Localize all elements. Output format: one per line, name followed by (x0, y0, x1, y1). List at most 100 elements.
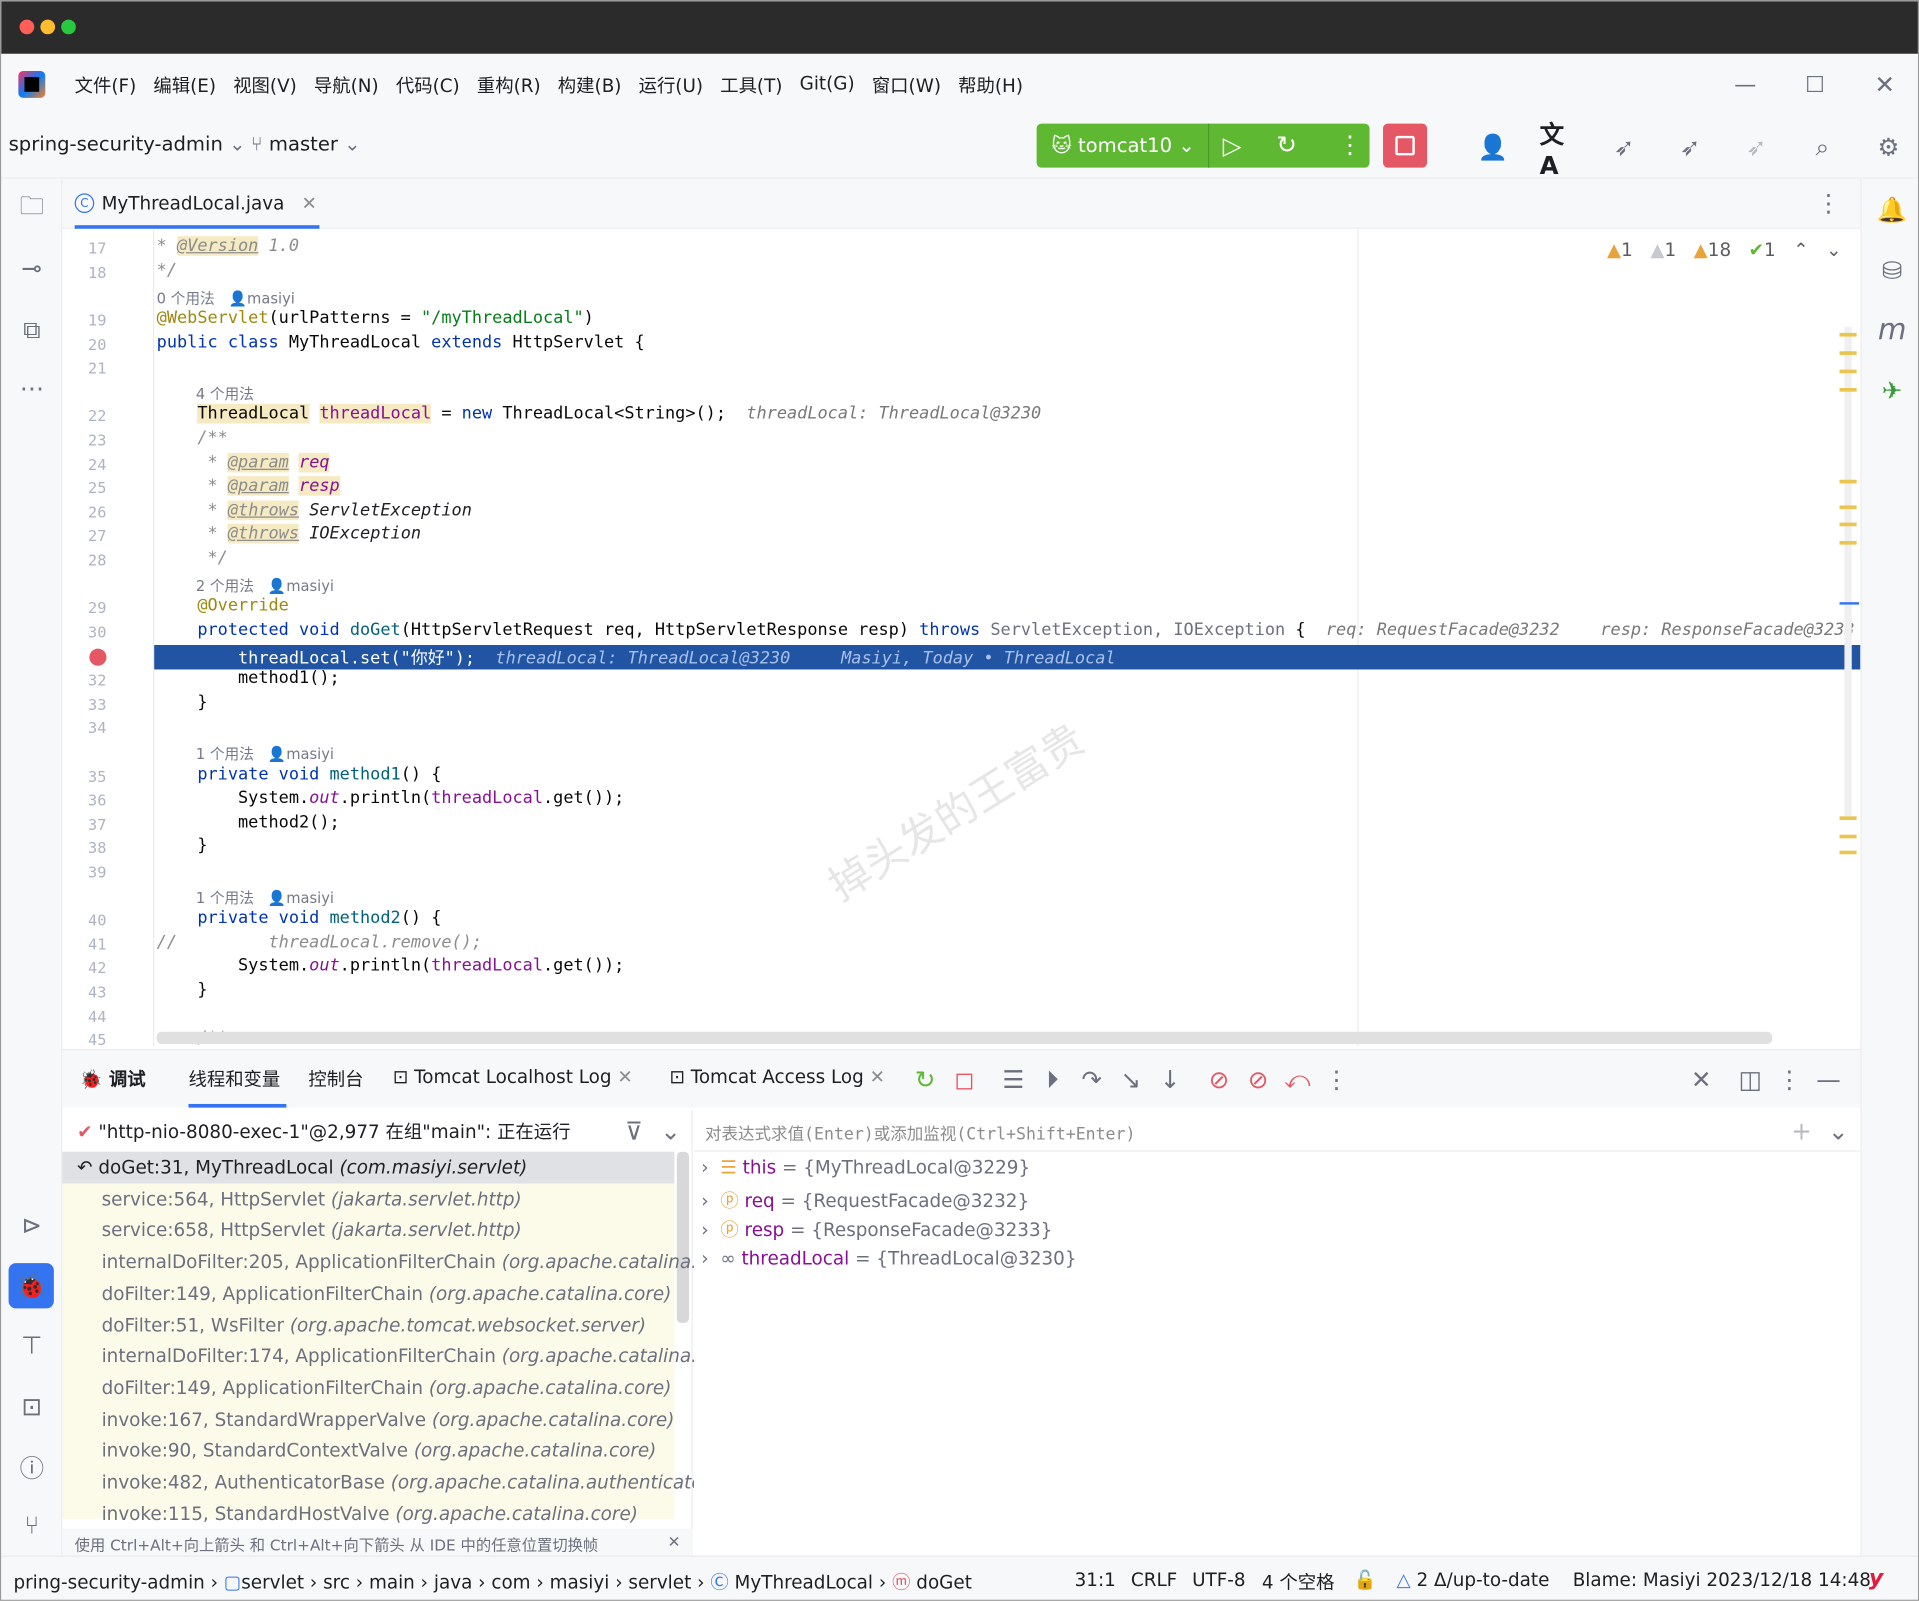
caret-position[interactable]: 31:1 (1075, 1569, 1116, 1591)
horizontal-scrollbar[interactable] (156, 1031, 1773, 1044)
stack-frame[interactable]: invoke:115, StandardHostValve (org.apach… (102, 1503, 638, 1525)
chevron-down-icon[interactable]: ⌄ (652, 1113, 689, 1150)
variable-row[interactable]: › ∞ threadLocal = {ThreadLocal@3230} (701, 1247, 1076, 1269)
stack-frame[interactable]: internalDoFilter:174, ApplicationFilterC… (102, 1345, 738, 1367)
crumb-project[interactable]: pring-security-admin (13, 1571, 204, 1593)
variable-row[interactable]: › ⓟ resp = {ResponseFacade@3233} (701, 1217, 1052, 1243)
database-icon[interactable]: ⛁ (1874, 252, 1911, 289)
chevron-right-icon[interactable]: › (701, 1189, 708, 1211)
usage-hint[interactable]: 4 个用法 (196, 383, 254, 404)
more-vertical-icon[interactable]: ⋮ (1318, 1061, 1355, 1098)
rerun-icon[interactable]: ↻ (1277, 130, 1298, 159)
menu-item[interactable]: 工具(T) (720, 72, 782, 98)
more-horizontal-icon[interactable]: ⋯ (13, 370, 50, 407)
close-icon[interactable]: ✕ (1866, 66, 1903, 103)
breadcrumb[interactable]: pring-security-admin › ▢servlet › src › … (13, 1569, 971, 1595)
stack-frame[interactable]: doFilter:149, ApplicationFilterChain (or… (102, 1377, 672, 1399)
menu-item[interactable]: 构建(B) (558, 72, 622, 98)
file-encoding[interactable]: UTF-8 (1192, 1569, 1246, 1591)
step-into-icon[interactable]: ↘ (1113, 1061, 1150, 1098)
variable-row[interactable]: › ☰ this = {MyThreadLocal@3229} (701, 1157, 1030, 1179)
stack-frame[interactable]: invoke:167, StandardWrapperValve (org.ap… (102, 1408, 675, 1430)
tab-tomcat-localhost-log[interactable]: ⊡ Tomcat Localhost Log ✕ (393, 1066, 633, 1088)
mute-breakpoints-icon[interactable]: ⊘ (1240, 1061, 1277, 1098)
branch-selector[interactable]: ⑂ master ⌄ (251, 132, 361, 155)
git-icon[interactable]: ⑂ (13, 1507, 50, 1544)
search-icon[interactable]: ⌕ (1804, 129, 1841, 166)
crumb-class[interactable]: MyThreadLocal (735, 1571, 873, 1593)
chevron-right-icon[interactable]: › (701, 1157, 708, 1179)
jrebel-icon[interactable]: ✈ (1874, 372, 1911, 409)
git-status[interactable]: △ 2 Δ/up-to-date (1396, 1569, 1549, 1591)
stack-frame[interactable]: ↶ doGet:31, MyThreadLocal (com.masiyi.se… (77, 1157, 527, 1179)
tab-mythreadlocal[interactable]: C MyThreadLocal.java ✕ (74, 192, 317, 214)
stack-frame[interactable]: doFilter:149, ApplicationFilterChain (or… (102, 1282, 672, 1304)
chevron-right-icon[interactable]: › (701, 1247, 708, 1269)
layout-icon[interactable]: ◫ (1732, 1061, 1769, 1098)
usage-hint[interactable]: 1 个用法 👤masiyi (196, 743, 334, 764)
tab-console[interactable]: 控制台 (308, 1066, 363, 1092)
stop-button[interactable] (1383, 123, 1428, 168)
stack-frame[interactable]: service:564, HttpServlet (jakarta.servle… (102, 1188, 522, 1210)
minimize-icon[interactable]: — (1727, 66, 1764, 103)
code-editor[interactable]: ▲1 ▲1 ▲18 ✔1 ⌃ ⌄ 17 18 19 20 21 22 23 24… (62, 228, 1861, 1047)
usage-hint[interactable]: 1 个用法 👤masiyi (196, 887, 334, 908)
menu-item[interactable]: 重构(R) (477, 72, 541, 98)
crumb-item[interactable]: servlet (628, 1571, 691, 1593)
terminal-icon[interactable]: ⊡ (13, 1388, 50, 1425)
menu-item[interactable]: 编辑(E) (153, 72, 216, 98)
stack-frame[interactable]: doFilter:51, WsFilter (org.apache.tomcat… (102, 1314, 647, 1336)
crumb-item[interactable]: main (369, 1571, 415, 1593)
close-tab-icon[interactable]: ✕ (302, 192, 317, 214)
menu-item[interactable]: 代码(C) (396, 72, 460, 98)
chevron-down-icon[interactable]: ⌄ (1820, 1113, 1857, 1150)
crumb-item[interactable]: masiyi (550, 1571, 610, 1593)
resume-icon[interactable]: ⏵ (1034, 1061, 1071, 1098)
indent-setting[interactable]: 4 个空格 (1262, 1569, 1335, 1595)
show-execution-point-icon[interactable]: ☰ (995, 1061, 1032, 1098)
gear-icon[interactable]: ⚙ (1870, 129, 1907, 166)
commit-icon[interactable]: ⊸ (13, 250, 50, 287)
crumb-item[interactable]: src (323, 1571, 350, 1593)
structure-icon[interactable]: ⧉ (13, 311, 50, 348)
minimize-window-button[interactable] (40, 19, 56, 35)
evaluate-expression-input[interactable]: 对表达式求值(Enter)或添加监视(Ctrl+Shift+Enter) + ⌄ (693, 1110, 1861, 1152)
menu-item[interactable]: 窗口(W) (872, 72, 941, 98)
crumb-item[interactable]: java (434, 1571, 472, 1593)
minimize-icon[interactable]: — (1810, 1061, 1847, 1098)
close-icon[interactable]: ✕ (668, 1532, 681, 1550)
editor-scrollbar[interactable] (1844, 326, 1852, 817)
inspection-widget[interactable]: ▲1 ▲1 ▲18 ✔1 ⌃ ⌄ (1607, 239, 1842, 261)
deploy-refresh-icon[interactable]: ➶ (1672, 129, 1709, 166)
usage-hint[interactable]: 0 个用法 👤masiyi (157, 288, 295, 309)
menu-item[interactable]: 视图(V) (233, 72, 297, 98)
close-tab-icon[interactable]: ✕ (617, 1066, 632, 1088)
stack-frame[interactable]: service:658, HttpServlet (jakarta.servle… (102, 1219, 522, 1241)
close-tab-icon[interactable]: ✕ (870, 1066, 885, 1088)
tab-tomcat-access-log[interactable]: ⊡ Tomcat Access Log ✕ (669, 1066, 885, 1088)
close-icon[interactable]: ✕ (1683, 1061, 1720, 1098)
frames-scrollbar[interactable] (676, 1151, 690, 1324)
stack-frame[interactable]: invoke:90, StandardContextValve (org.apa… (102, 1440, 657, 1462)
menu-item[interactable]: 文件(F) (75, 72, 137, 98)
crumb-item[interactable]: com (491, 1571, 530, 1593)
add-user-icon[interactable]: 👤 (1475, 129, 1512, 166)
crumb-method[interactable]: doGet (916, 1571, 972, 1593)
chevron-right-icon[interactable]: › (701, 1219, 708, 1241)
notifications-icon[interactable]: 🔔 (1874, 191, 1911, 228)
line-separator[interactable]: CRLF (1131, 1569, 1177, 1591)
rerun-icon[interactable]: ↻ (907, 1061, 944, 1098)
menu-item[interactable]: 帮助(H) (958, 72, 1023, 98)
stack-frame[interactable]: internalDoFilter:205, ApplicationFilterC… (102, 1251, 738, 1273)
zoom-window-button[interactable] (61, 19, 76, 35)
debug-icon[interactable]: 🐞 (8, 1263, 54, 1309)
tab-threads-variables[interactable]: 线程和变量 (188, 1066, 280, 1092)
add-watch-icon[interactable]: + (1783, 1113, 1820, 1150)
lock-icon[interactable]: 🔓 (1354, 1569, 1377, 1591)
deploy-icon[interactable]: ➶ (1606, 129, 1643, 166)
variable-row[interactable]: › ⓟ req = {RequestFacade@3232} (701, 1187, 1029, 1213)
project-selector[interactable]: spring-security-admin ⌄ (9, 132, 246, 155)
tab-debug[interactable]: 🐞 调试 (80, 1066, 146, 1092)
menu-item[interactable]: 运行(U) (639, 72, 703, 98)
breakpoint-icon[interactable] (89, 648, 107, 666)
